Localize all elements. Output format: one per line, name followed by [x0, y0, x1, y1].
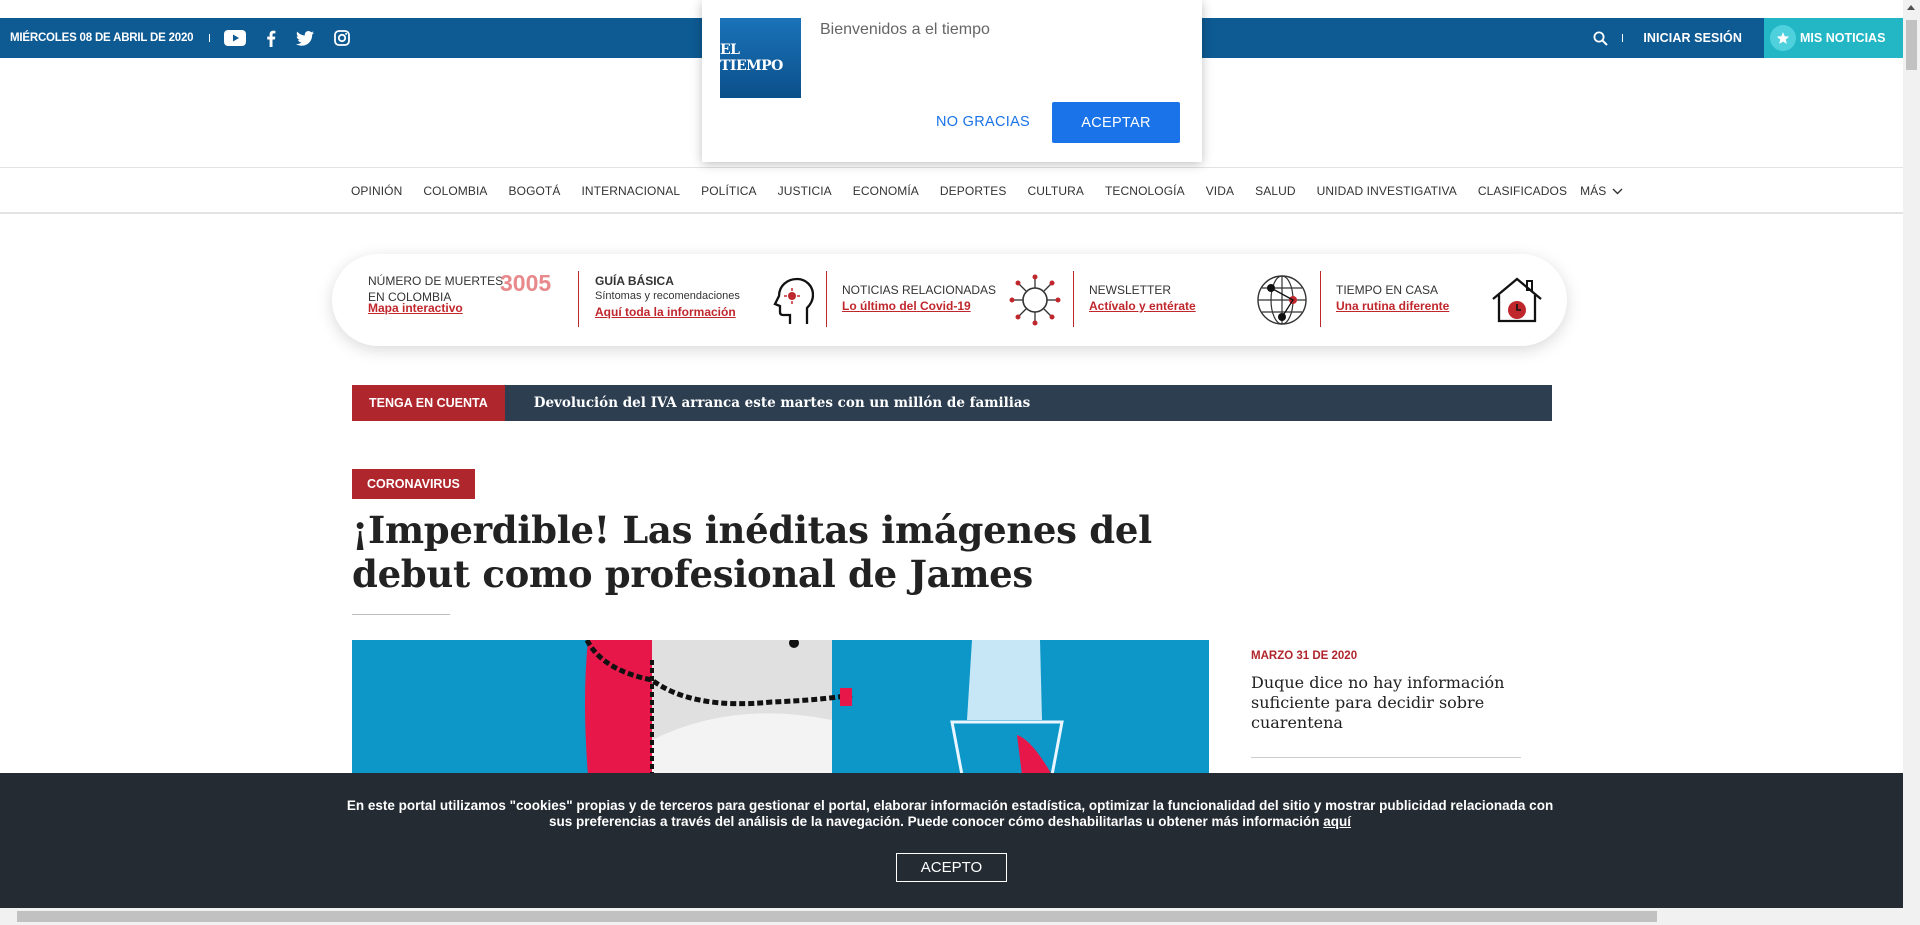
nav-item-justicia[interactable]: JUSTICIA [778, 184, 832, 198]
nav-item-internacional[interactable]: INTERNACIONAL [581, 184, 680, 198]
divider [1622, 34, 1624, 42]
covid-guide-title: GUÍA BÁSICA [595, 274, 674, 288]
nav-item-salud[interactable]: SALUD [1255, 184, 1296, 198]
chevron-down-icon [1612, 184, 1623, 198]
mis-noticias-label: MIS NOTICIAS [1800, 31, 1886, 45]
notification-popup: EL TIEMPO Bienvenidos a el tiempo NO GRA… [702, 0, 1202, 162]
main-nav: OPINIÓN COLOMBIA BOGOTÁ INTERNACIONAL PO… [0, 167, 1903, 214]
divider [826, 271, 827, 327]
login-link[interactable]: INICIAR SESIÓN [1643, 31, 1742, 45]
nav-item-unidad-investigativa[interactable]: UNIDAD INVESTIGATIVA [1317, 184, 1457, 198]
head-virus-icon [760, 274, 815, 333]
article-headline[interactable]: ¡Imperdible! Las inéditas imágenes del d… [352, 508, 1212, 596]
youtube-icon[interactable] [224, 30, 247, 46]
nav-item-vida[interactable]: VIDA [1206, 184, 1234, 198]
covid-guide-block[interactable]: GUÍA BÁSICA Síntomas y recomendaciones A… [595, 273, 740, 329]
popup-accept-button[interactable]: ACEPTAR [1052, 102, 1180, 143]
cookie-more-info-link[interactable]: aquí [1323, 814, 1351, 829]
social-links [224, 30, 351, 47]
side-news-date: MARZO 31 DE 2020 [1251, 650, 1358, 662]
nav-item-clasificados[interactable]: CLASIFICADOS [1478, 184, 1567, 198]
covid-deaths-link[interactable]: Mapa interactivo [368, 300, 463, 316]
facebook-icon[interactable] [266, 30, 276, 47]
divider [1073, 271, 1074, 327]
newsletter-block[interactable]: NEWSLETTER Actívalo y entérate [1089, 282, 1196, 338]
nav-item-cultura[interactable]: CULTURA [1028, 184, 1084, 198]
divider [352, 614, 450, 615]
nav-item-bogota[interactable]: BOGOTÁ [509, 184, 561, 198]
nav-item-economia[interactable]: ECONOMÍA [853, 184, 919, 198]
cookie-banner: En este portal utilizamos "cookies" prop… [0, 773, 1903, 908]
scroll-up-arrow-icon[interactable] [1907, 5, 1915, 10]
popup-decline-button[interactable]: NO GRACIAS [918, 102, 1048, 142]
tiempo-en-casa-block[interactable]: TIEMPO EN CASA Una rutina diferente [1336, 282, 1449, 338]
topbar-right: INICIAR SESIÓN MIS NOTICIAS [1593, 18, 1903, 58]
cookie-accept-button[interactable]: ACEPTO [896, 853, 1007, 882]
article-category-badge[interactable]: CORONAVIRUS [352, 469, 475, 499]
scrollbar-thumb[interactable] [1906, 20, 1917, 70]
covid-guide-link[interactable]: Aquí toda la información [595, 304, 740, 320]
el-tiempo-logo: EL TIEMPO [720, 18, 801, 98]
article-hero-image[interactable] [352, 640, 1209, 775]
breaking-news-tag: TENGA EN CUENTA [352, 385, 505, 421]
house-clock-icon [1491, 277, 1543, 328]
nav-item-opinion[interactable]: OPINIÓN [351, 184, 402, 198]
divider [578, 271, 579, 327]
tiempo-en-casa-link[interactable]: Una rutina diferente [1336, 298, 1449, 314]
nav-item-politica[interactable]: POLÍTICA [701, 184, 756, 198]
divider [1251, 757, 1521, 758]
newsletter-title: NEWSLETTER [1089, 283, 1172, 297]
nav-item-colombia[interactable]: COLOMBIA [423, 184, 487, 198]
cookie-message: En este portal utilizamos "cookies" prop… [340, 798, 1560, 830]
nav-item-tecnologia[interactable]: TECNOLOGÍA [1105, 184, 1185, 198]
hero-illustration [352, 640, 1209, 775]
breaking-news-bar: TENGA EN CUENTA Devolución del IVA arran… [352, 385, 1552, 421]
nav-item-deportes[interactable]: DEPORTES [940, 184, 1007, 198]
tiempo-en-casa-title: TIEMPO EN CASA [1336, 283, 1439, 297]
newsletter-link[interactable]: Actívalo y entérate [1089, 298, 1196, 314]
covid-related-title: NOTICIAS RELACIONADAS [842, 283, 997, 297]
covid-deaths-block: NÚMERO DE MUERTES EN COLOMBIA Mapa inter… [368, 273, 503, 329]
covid-guide-subtitle: Síntomas y recomendaciones [595, 290, 740, 302]
search-icon[interactable] [1593, 31, 1609, 46]
virus-icon [1009, 274, 1061, 331]
covid-related-link[interactable]: Lo último del Covid-19 [842, 298, 996, 314]
covid-deaths-count: 3005 [500, 270, 552, 296]
popup-welcome-text: Bienvenidos a el tiempo [820, 21, 990, 38]
horizontal-scrollbar[interactable] [0, 908, 1903, 925]
nav-more-menu[interactable]: MÁS [1580, 184, 1623, 198]
scrollbar-thumb[interactable] [17, 911, 1657, 922]
breaking-news-link[interactable]: Devolución del IVA arranca este martes c… [534, 395, 1030, 411]
cookie-message-text: En este portal utilizamos "cookies" prop… [346, 798, 1554, 829]
star-icon [1770, 25, 1796, 51]
side-news-title[interactable]: Duque dice no hay información suficiente… [1251, 673, 1511, 733]
vertical-scrollbar[interactable] [1903, 0, 1920, 925]
current-date: MIÉRCOLES 08 DE ABRIL DE 2020 [10, 32, 194, 44]
globe-icon [1256, 274, 1308, 331]
covid-info-strip: NÚMERO DE MUERTES EN COLOMBIA Mapa inter… [332, 254, 1567, 346]
twitter-icon[interactable] [296, 30, 315, 46]
mis-noticias-button[interactable]: MIS NOTICIAS [1764, 18, 1903, 58]
covid-deaths-title: NÚMERO DE MUERTES [368, 274, 504, 288]
instagram-icon[interactable] [334, 30, 351, 46]
covid-related-block[interactable]: NOTICIAS RELACIONADAS Lo último del Covi… [842, 282, 996, 338]
nav-more-label: MÁS [1580, 184, 1607, 198]
divider [209, 34, 211, 42]
divider [1320, 271, 1321, 327]
